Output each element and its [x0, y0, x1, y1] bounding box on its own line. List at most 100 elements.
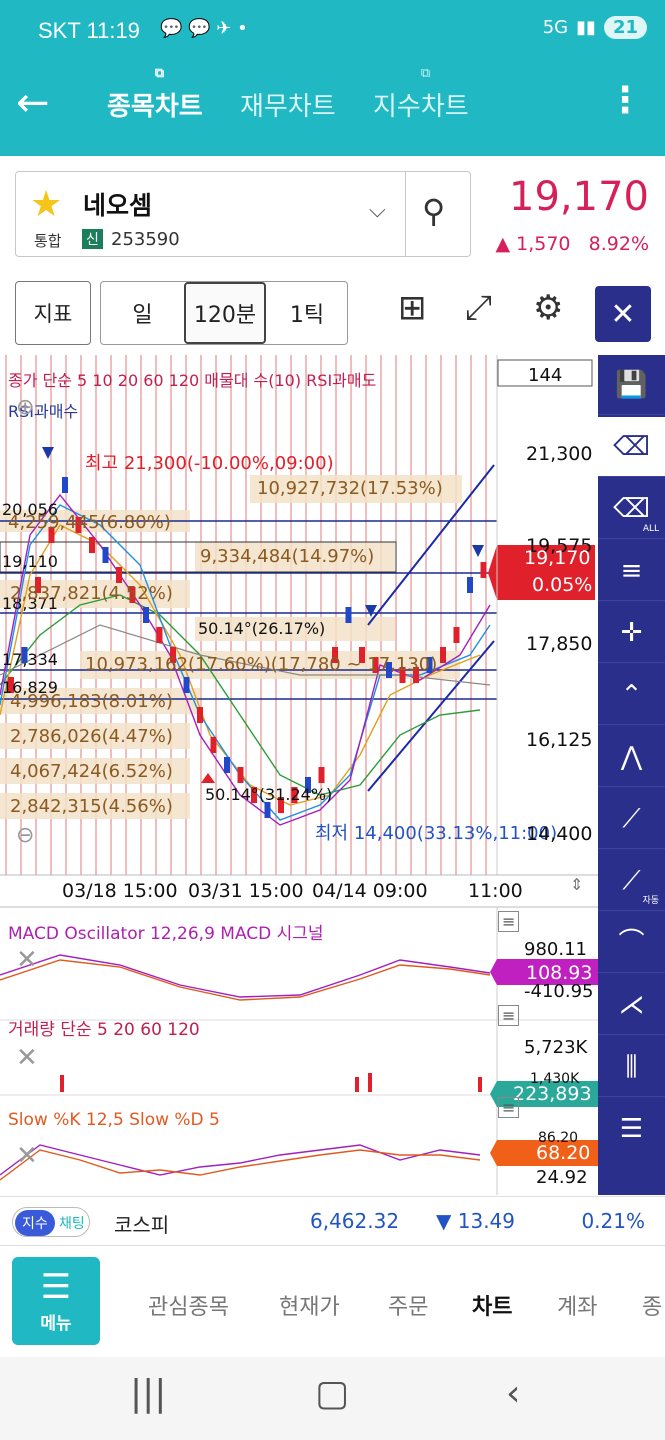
index-name: 코스피: [114, 1213, 170, 1237]
stoch-axis-low: 24.92: [536, 1167, 588, 1188]
nav-watchlist[interactable]: 관심종목: [148, 1289, 229, 1321]
chart-toolbar: 지표 일 120분 1틱 ⊞ ⤢ ⚙ ✕: [0, 274, 665, 354]
chat-badge[interactable]: 채팅: [59, 1213, 85, 1233]
recents-icon[interactable]: |||: [130, 1373, 166, 1414]
tab-financial-chart[interactable]: 재무차트: [240, 86, 336, 123]
nav-chart[interactable]: 차트: [472, 1289, 512, 1321]
tools-icon: ✕: [610, 296, 636, 332]
channel-icon[interactable]: ☰: [598, 1099, 665, 1159]
drawing-tool-sidebar: 💾 ⌫ ⌫ ALL ≡ ✛ ⌃ ⋀ ⟋ ⟋ 자동 ⌒ ⋌ ⫼ ☰: [598, 355, 665, 1195]
stoch-menu-icon[interactable]: ≡: [498, 1097, 520, 1118]
more-menu-icon[interactable]: ⋮: [607, 80, 643, 121]
candle: [143, 607, 149, 623]
status-bar: SKT 11:19 💬 💬 ✈ • 5G ▮▮ 21: [0, 0, 665, 62]
nav-current-price[interactable]: 현재가: [279, 1289, 340, 1321]
candle: [440, 647, 446, 663]
period-day[interactable]: 일: [101, 282, 184, 344]
bottom-navigation: ☰ 메뉴 관심종목 현재가 주문 차트 계좌 종: [0, 1247, 665, 1357]
layout-grid-icon[interactable]: ⊞: [398, 288, 427, 328]
vp-label: 4,996,183(8.01%): [10, 691, 173, 712]
macd-axis-low: -410.95: [524, 981, 594, 1002]
vp-label: 4,259,445(6.80%): [8, 512, 171, 533]
candle: [89, 537, 95, 553]
system-navigation: ||| ▢ ‹: [0, 1357, 665, 1440]
eraser-all-icon[interactable]: ⌫ ALL: [598, 479, 665, 539]
zoom-in-icon[interactable]: ⊕: [16, 395, 34, 420]
index-ticker[interactable]: 지수 채팅 코스피 6,462.32 ▼ 13.49 0.21%: [0, 1196, 665, 1246]
candle: [467, 577, 473, 593]
index-badge[interactable]: 지수: [15, 1210, 55, 1236]
back-icon[interactable]: ‹: [506, 1373, 520, 1414]
stock-selector[interactable]: ★ 네오셈 통합 신 253590 ⌵ ⚲: [15, 171, 471, 257]
macd-axis-high: 980.11: [524, 939, 587, 960]
battery-indicator: 21: [603, 16, 647, 39]
macd-menu-icon[interactable]: ≡: [498, 911, 520, 932]
crosshair-icon[interactable]: ✛: [598, 603, 665, 663]
candle: [116, 567, 122, 583]
candle: [480, 562, 487, 578]
current-price-pct: 0.05%: [532, 574, 593, 596]
auto-trendline-icon[interactable]: ⟋ 자동: [598, 851, 665, 911]
vertical-line-icon[interactable]: ⋀: [598, 727, 665, 787]
nav-order[interactable]: 주문: [388, 1289, 428, 1321]
favorite-star-icon[interactable]: ★: [30, 184, 62, 225]
stock-code: 253590: [111, 229, 180, 250]
volume-menu-icon[interactable]: ≡: [498, 1005, 520, 1026]
period-1tick[interactable]: 1틱: [266, 282, 348, 344]
x-label: 03/31 15:00: [188, 880, 304, 902]
vp-label: 4,067,424(6.52%): [10, 761, 173, 782]
nav-more[interactable]: 종: [642, 1289, 662, 1321]
macd-close-icon[interactable]: ✕: [16, 945, 38, 975]
current-price-tag: 19,170: [524, 547, 591, 569]
search-icon: ⚲: [422, 192, 446, 230]
arc-icon[interactable]: ⌒: [598, 913, 665, 973]
zoom-out-icon[interactable]: ⊖: [16, 823, 34, 848]
candle: [156, 627, 163, 643]
back-arrow-icon[interactable]: ←: [16, 80, 50, 126]
chart-legend: 종가 단순 5 10 20 60 120 매물대 수(10) RSI과매도: [8, 371, 377, 390]
axis-label: 17,850: [526, 633, 593, 655]
index-pct: 0.21%: [581, 1209, 645, 1233]
save-icon[interactable]: 💾: [598, 355, 665, 415]
fan-icon[interactable]: ⋌: [598, 975, 665, 1035]
index-chat-toggle[interactable]: 지수 채팅: [12, 1207, 90, 1237]
low-label: 최저 14,400(33.13%,11:00): [315, 823, 558, 844]
settings-gear-icon[interactable]: ⚙: [533, 288, 563, 328]
indicator-button[interactable]: 지표: [15, 281, 91, 345]
volume-axis-high: 5,723K: [524, 1037, 588, 1058]
zoom-count[interactable]: 144: [528, 365, 562, 386]
volume-close-icon[interactable]: ✕: [16, 1043, 38, 1073]
stoch-close-icon[interactable]: ✕: [16, 1141, 38, 1171]
copy-icon: ⧉: [154, 66, 165, 81]
x-label: 04/14 09:00: [312, 880, 428, 902]
index-value: 6,462.32: [310, 1209, 400, 1233]
x-label: 03/18 15:00: [62, 880, 178, 902]
hamburger-icon: ☰: [40, 1267, 72, 1307]
hlc-line-icon[interactable]: ≡: [598, 541, 665, 601]
angle-label: 50.14°(26.17%): [198, 619, 326, 638]
tab-index-chart[interactable]: ⧉ 지수차트: [373, 66, 469, 123]
candle: [345, 607, 352, 623]
eraser-icon[interactable]: ⌫: [598, 417, 665, 477]
candle: [210, 737, 217, 753]
nav-account[interactable]: 계좌: [557, 1289, 597, 1321]
app-bar: ← ⧉ 종목차트 재무차트 ⧉ 지수차트 ⋮: [0, 62, 665, 156]
axis-scroll-icon[interactable]: ⇕: [570, 875, 583, 894]
menu-button[interactable]: ☰ 메뉴: [12, 1257, 100, 1345]
fullscreen-icon[interactable]: ⤢: [465, 288, 492, 328]
carrier-time: SKT 11:19: [38, 18, 140, 43]
period-120min[interactable]: 120분: [184, 282, 266, 344]
chart-area[interactable]: 종가 단순 5 10 20 60 120 매물대 수(10) RSI과매도 RS…: [0, 355, 598, 1195]
candle: [183, 677, 190, 693]
tab-stock-chart[interactable]: ⧉ 종목차트: [107, 66, 203, 123]
line-tool-icon[interactable]: ⟋: [598, 789, 665, 849]
cycle-lines-icon[interactable]: ⫼: [598, 1037, 665, 1097]
trendline-icon[interactable]: ⌃: [598, 665, 665, 725]
search-button[interactable]: ⚲: [405, 172, 471, 256]
chevron-down-icon[interactable]: ⌵: [369, 198, 386, 223]
drawing-tools-button[interactable]: ✕: [595, 286, 651, 342]
price-change: ▲ 1,570 8.92%: [495, 233, 649, 255]
index-change: ▼ 13.49: [436, 1209, 515, 1233]
home-icon[interactable]: ▢: [315, 1373, 349, 1414]
candle: [197, 707, 203, 723]
